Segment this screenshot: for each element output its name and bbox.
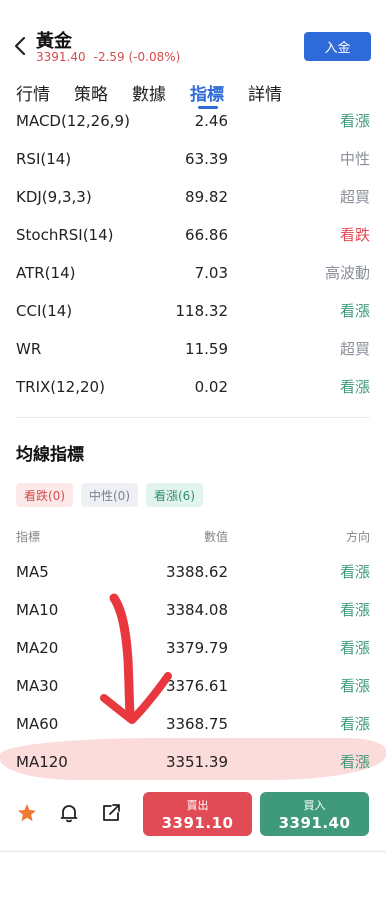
indicator-name: KDJ(9,3,3) [16, 188, 92, 206]
ma-value: 3384.08 [165, 601, 228, 619]
bottom-action-bar: 賣出 3391.10 買入 3391.40 [0, 786, 386, 850]
ma-section-title: 均線指標 [16, 445, 84, 465]
indicator-signal: 看漲 [339, 378, 370, 396]
ma-signal: 看漲 [339, 753, 370, 771]
sell-price: 3391.10 [161, 814, 234, 832]
indicator-signal: 超買 [339, 188, 370, 206]
sell-label: 賣出 [186, 799, 209, 812]
ma-name: MA120 [16, 753, 68, 771]
indicator-value: 118.32 [175, 302, 229, 320]
ma-signal: 看漲 [339, 601, 370, 619]
bull-count-chip: 看漲(6) [146, 483, 203, 507]
indicator-name: StochRSI(14) [16, 226, 114, 244]
ma-row: MA5 3388.62 看漲 [0, 553, 386, 591]
col-indicator: 指標 [16, 530, 41, 544]
bell-icon [60, 805, 78, 823]
back-button[interactable] [10, 34, 30, 58]
indicator-signal: 中性 [339, 150, 370, 168]
star-icon [18, 804, 36, 822]
header: 黃金 3391.40 -2.59 (-0.08%) 入金 [0, 0, 386, 72]
buy-button[interactable]: 買入 3391.40 [260, 792, 369, 836]
ma-value: 3379.79 [165, 639, 228, 657]
deposit-button[interactable]: 入金 [304, 32, 371, 61]
current-price: 3391.40 [36, 50, 86, 64]
ma-signal: 看漲 [339, 563, 370, 581]
indicator-name: WR [16, 340, 42, 358]
indicator-value: 2.46 [194, 112, 228, 130]
ma-signal: 看漲 [339, 715, 370, 733]
indicator-row: TRIX(12,20) 0.02 看漲 [0, 368, 386, 406]
chevron-left-icon [14, 36, 26, 56]
ma-row: MA30 3376.61 看漲 [0, 667, 386, 705]
neutral-count-chip: 中性(0) [81, 483, 138, 507]
indicator-row: CCI(14) 118.32 看漲 [0, 292, 386, 330]
ma-row: MA10 3384.08 看漲 [0, 591, 386, 629]
indicator-row: MACD(12,26,9) 2.46 看漲 [0, 102, 386, 140]
indicator-value: 63.39 [185, 150, 228, 168]
buy-price: 3391.40 [278, 814, 351, 832]
col-direction: 方向 [345, 530, 370, 544]
ma-value: 3376.61 [165, 677, 228, 695]
price-line: 3391.40 -2.59 (-0.08%) [36, 50, 180, 64]
ma-name: MA60 [16, 715, 59, 733]
indicator-value: 66.86 [185, 226, 228, 244]
share-icon [103, 804, 120, 821]
col-value: 數值 [203, 530, 228, 544]
section-divider [16, 417, 370, 418]
indicator-signal: 看漲 [339, 302, 370, 320]
indicator-row: StochRSI(14) 66.86 看跌 [0, 216, 386, 254]
signal-summary: 看跌(0) 中性(0) 看漲(6) [16, 483, 203, 507]
indicator-row: WR 11.59 超買 [0, 330, 386, 368]
indicator-row: ATR(14) 7.03 高波動 [0, 254, 386, 292]
indicator-name: MACD(12,26,9) [16, 112, 130, 130]
price-change: -2.59 (-0.08%) [93, 50, 181, 64]
ma-value: 3351.39 [165, 753, 228, 771]
ma-name: MA10 [16, 601, 59, 619]
indicator-value: 11.59 [185, 340, 228, 358]
ma-row: MA60 3368.75 看漲 [0, 705, 386, 743]
share-button[interactable] [100, 802, 122, 824]
ma-name: MA20 [16, 639, 59, 657]
indicator-signal: 看跌 [339, 226, 370, 244]
ma-row: MA120 3351.39 看漲 [0, 743, 386, 781]
indicator-value: 89.82 [185, 188, 228, 206]
ma-signal: 看漲 [339, 677, 370, 695]
favorite-button[interactable] [16, 802, 38, 824]
indicator-row: RSI(14) 63.39 中性 [0, 140, 386, 178]
indicator-name: CCI(14) [16, 302, 73, 320]
indicator-name: RSI(14) [16, 150, 72, 168]
indicator-name: ATR(14) [16, 264, 76, 282]
ma-value: 3368.75 [165, 715, 228, 733]
alert-button[interactable] [58, 802, 80, 824]
ma-row: MA20 3379.79 看漲 [0, 629, 386, 667]
indicator-signal: 超買 [339, 340, 370, 358]
ma-value: 3388.62 [165, 563, 228, 581]
indicator-name: TRIX(12,20) [16, 378, 105, 396]
indicator-value: 0.02 [194, 378, 228, 396]
buy-label: 買入 [303, 799, 326, 812]
bottom-divider [0, 851, 386, 852]
ma-table-header: 指標 數值 方向 [0, 528, 386, 546]
ma-name: MA5 [16, 563, 49, 581]
ma-signal: 看漲 [339, 639, 370, 657]
indicator-signal: 看漲 [339, 112, 370, 130]
indicator-value: 7.03 [194, 264, 228, 282]
bear-count-chip: 看跌(0) [16, 483, 73, 507]
indicator-row: KDJ(9,3,3) 89.82 超買 [0, 178, 386, 216]
ma-name: MA30 [16, 677, 59, 695]
indicator-signal: 高波動 [324, 264, 370, 282]
sell-button[interactable]: 賣出 3391.10 [143, 792, 252, 836]
